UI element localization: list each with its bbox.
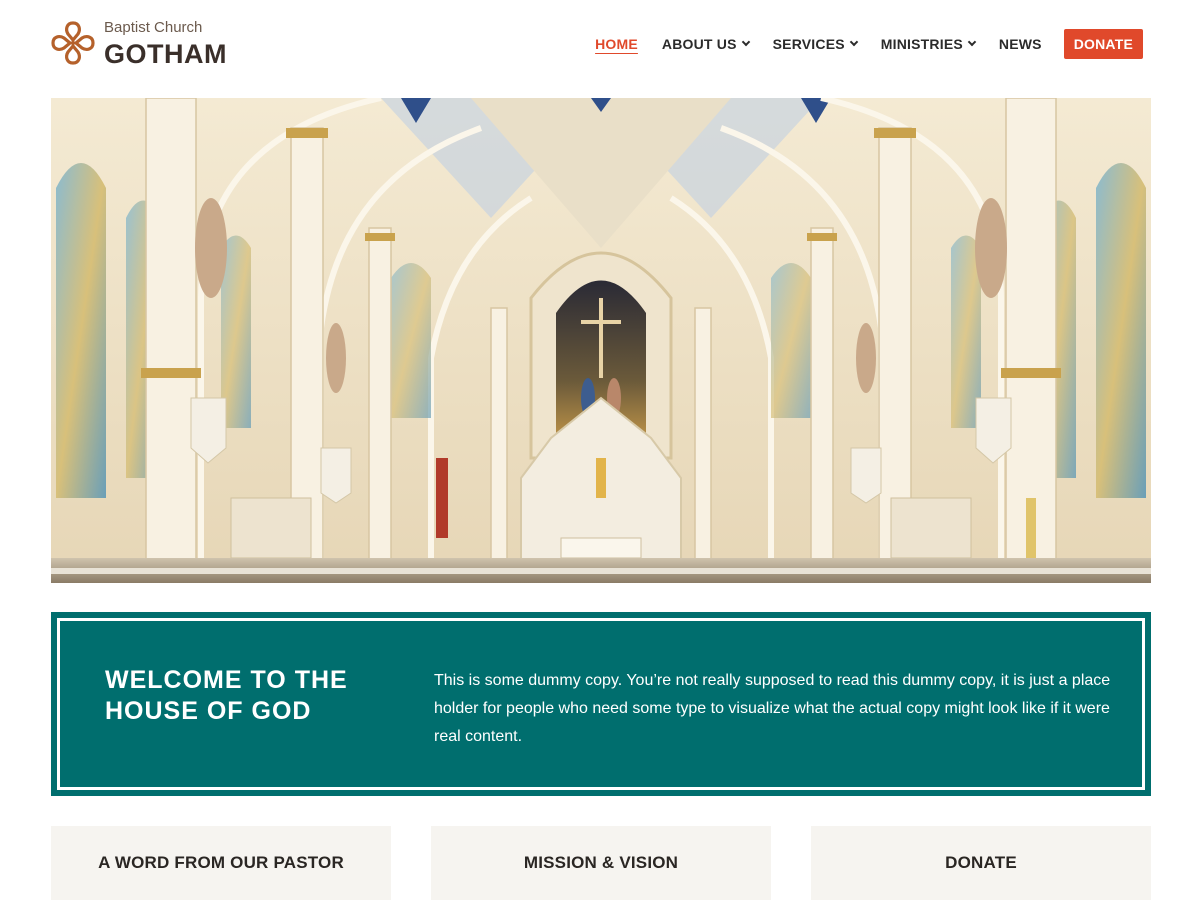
chevron-down-icon: [849, 37, 859, 47]
site-header: Baptist Church GOTHAM HOME ABOUT US SERV…: [0, 0, 1200, 98]
welcome-body: This is some dummy copy. You’re not real…: [434, 672, 1111, 745]
brand-name: GOTHAM: [104, 39, 227, 69]
welcome-frame: WELCOME TO THE HOUSE OF GOD This is some…: [57, 618, 1145, 790]
nav-item-label: HOME: [595, 36, 638, 52]
welcome-title: WELCOME TO THE HOUSE OF GOD: [105, 666, 348, 725]
chevron-down-icon: [741, 37, 750, 47]
nav-item-about-us[interactable]: ABOUT US: [661, 36, 750, 52]
feature-cards: A WORD FROM OUR PASTOR MISSION & VISION …: [51, 826, 1151, 900]
card-pastor-word[interactable]: A WORD FROM OUR PASTOR: [51, 826, 391, 900]
card-mission-vision[interactable]: MISSION & VISION: [431, 826, 771, 900]
nav-item-services[interactable]: SERVICES: [772, 36, 859, 52]
brand-subtitle: Baptist Church: [104, 19, 203, 36]
hero-image: [51, 98, 1151, 583]
cathedral-interior-image: [51, 98, 1151, 583]
main-nav: HOME ABOUT US SERVICES MINISTRIES NEWS D…: [595, 29, 1143, 59]
nav-item-label: SERVICES: [772, 36, 845, 52]
nav-item-home[interactable]: HOME: [595, 36, 638, 52]
nav-item-ministries[interactable]: MINISTRIES: [880, 36, 977, 52]
site-logo[interactable]: Baptist Church GOTHAM: [50, 18, 227, 68]
nav-item-label: NEWS: [998, 36, 1042, 52]
card-label: MISSION & VISION: [523, 853, 679, 872]
card-label: DONATE: [945, 853, 1017, 872]
chevron-down-icon: [967, 37, 977, 47]
cross-flower-icon: [51, 21, 95, 65]
card-donate[interactable]: DONATE: [811, 826, 1151, 900]
welcome-section: WELCOME TO THE HOUSE OF GOD This is some…: [51, 612, 1151, 796]
nav-item-label: MINISTRIES: [880, 36, 963, 52]
donate-button[interactable]: DONATE: [1063, 29, 1143, 59]
card-label: A WORD FROM OUR PASTOR: [98, 853, 344, 872]
nav-item-label: ABOUT US: [661, 36, 737, 52]
nav-item-news[interactable]: NEWS: [999, 36, 1042, 52]
